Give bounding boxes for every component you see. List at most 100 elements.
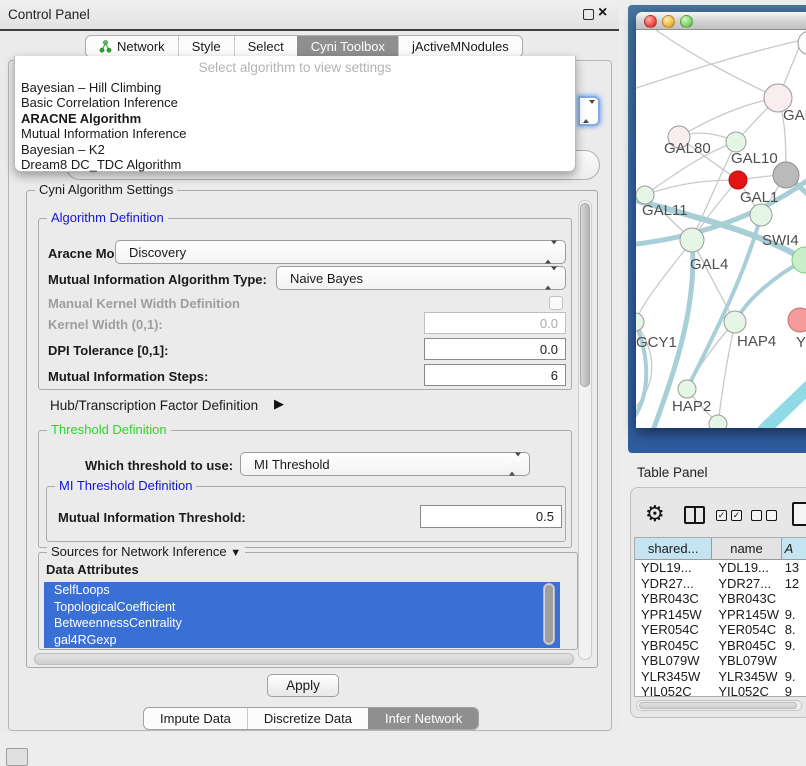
float-window-icon[interactable]: [583, 9, 594, 20]
node-gal10[interactable]: [726, 132, 746, 152]
node-label: GAL4: [690, 256, 728, 273]
mi-steps-field[interactable]: 6: [424, 364, 566, 386]
tab-jactivemnodules-label: jActiveMNodules: [412, 36, 509, 57]
kernel-width-field[interactable]: 0.0: [424, 312, 566, 334]
columns-icon[interactable]: [684, 506, 705, 524]
data-attributes-list: SelfLoops TopologicalCoefficient Between…: [44, 582, 560, 648]
algorithm-option[interactable]: Bayesian – K2: [15, 142, 575, 157]
table-hscrollbar[interactable]: [636, 700, 802, 711]
manual-kernel-label: Manual Kernel Width Definition: [48, 296, 240, 311]
control-panel-tabs: Network Style Select Cyni Toolbox jActiv…: [85, 35, 523, 58]
node-y-partial[interactable]: [788, 308, 806, 332]
table-row[interactable]: YBR045C YBR045C 9.: [635, 638, 806, 654]
cell: YBR045C: [635, 638, 712, 654]
column-header-name[interactable]: name: [712, 538, 781, 560]
control-panel-titlebar: Control Panel ×: [0, 0, 619, 31]
minimize-traffic-light[interactable]: [662, 15, 675, 28]
tab-style[interactable]: Style: [178, 36, 234, 57]
dpi-tolerance-field[interactable]: 0.0: [424, 338, 566, 360]
mi-threshold-field[interactable]: 0.5: [420, 505, 562, 528]
table-row[interactable]: YDR27... YDR27... 12: [635, 576, 806, 592]
algorithm-option-selected[interactable]: ARACNE Algorithm: [15, 111, 575, 126]
table-row[interactable]: YBL079W YBL079W: [635, 653, 806, 669]
attribute-item[interactable]: BetweennessCentrality: [44, 615, 560, 632]
cell: YBR043C: [635, 591, 712, 607]
expand-right-icon[interactable]: ▶: [274, 396, 284, 412]
export-table-icon[interactable]: [792, 502, 806, 526]
cell: YBR043C: [712, 591, 781, 607]
cell: 9.: [782, 638, 806, 654]
close-traffic-light[interactable]: [644, 15, 657, 28]
algorithm-option[interactable]: Bayesian – Hill Climbing: [15, 80, 575, 95]
node-swi4[interactable]: [750, 204, 772, 226]
tab-infer-network[interactable]: Infer Network: [368, 708, 478, 729]
tab-discretize-data-label: Discretize Data: [264, 711, 352, 726]
table-hscrollbar-thumb[interactable]: [639, 702, 797, 709]
minimized-panel-icon[interactable]: [6, 748, 28, 766]
table-row[interactable]: YLR345W YLR345W 9.: [635, 669, 806, 685]
table-row[interactable]: YDL19... YDL19... 13: [635, 560, 806, 576]
column-header-shared-name[interactable]: shared...: [635, 538, 712, 560]
gear-icon[interactable]: ⚙: [645, 501, 665, 527]
algorithm-option[interactable]: Dream8 DC_TDC Algorithm: [15, 157, 575, 172]
cell: 9: [782, 684, 806, 697]
threshold-definition-legend: Threshold Definition: [47, 422, 171, 437]
zoom-traffic-light[interactable]: [680, 15, 693, 28]
close-icon[interactable]: ×: [598, 4, 607, 22]
checked-box-icon: ✓: [716, 510, 727, 521]
dpi-tolerance-label: DPI Tolerance [0,1]:: [48, 343, 168, 358]
tab-network[interactable]: Network: [86, 36, 178, 57]
tab-select-label: Select: [248, 36, 284, 57]
tab-cyni-toolbox[interactable]: Cyni Toolbox: [297, 36, 398, 57]
node-gcy1[interactable]: [636, 313, 644, 331]
table-header-row: shared... name A: [635, 538, 806, 560]
node-label: HAP2: [672, 398, 711, 415]
select-all-icon[interactable]: ✓ ✓: [716, 510, 742, 521]
cell: YIL052C: [635, 684, 712, 697]
sources-legend: Sources for Network Inference ▼: [47, 544, 245, 559]
node-gal4[interactable]: [680, 228, 704, 252]
apply-button[interactable]: Apply: [267, 674, 339, 697]
data-attributes-label: Data Attributes: [46, 562, 139, 577]
cell: YPR145W: [712, 607, 781, 623]
tab-jactivemnodules[interactable]: jActiveMNodules: [398, 36, 522, 57]
tab-select[interactable]: Select: [234, 36, 297, 57]
manual-kernel-checkbox[interactable]: [549, 296, 563, 310]
network-canvas[interactable]: GAL GAL80 GAL10 GAL1 GAL11 SWI4 GAL4 GCY…: [636, 30, 806, 428]
column-header-partial[interactable]: A: [782, 538, 806, 560]
which-threshold-label: Which threshold to use:: [85, 458, 233, 473]
cell: YLR345W: [635, 669, 712, 685]
node-bottom[interactable]: [709, 415, 727, 428]
table-row[interactable]: YPR145W YPR145W 9.: [635, 607, 806, 623]
settings-scrollbar-thumb[interactable]: [580, 203, 590, 387]
unchecked-box-icon: [751, 510, 762, 521]
node-gal1[interactable]: [729, 171, 747, 189]
attribute-item[interactable]: gal4RGexp: [44, 632, 560, 649]
tab-impute-data[interactable]: Impute Data: [144, 708, 247, 729]
apply-button-label: Apply: [286, 678, 320, 693]
table-row[interactable]: YBR043C YBR043C: [635, 591, 806, 607]
mi-type-value: Naive Bayes: [290, 271, 363, 286]
algorithm-option[interactable]: Basic Correlation Inference: [15, 95, 575, 110]
table-row[interactable]: YIL052C YIL052C 9: [635, 684, 806, 697]
settings-hscrollbar[interactable]: [34, 653, 574, 665]
hub-section-label[interactable]: Hub/Transcription Factor Definition: [50, 398, 258, 413]
deselect-all-icon[interactable]: [751, 510, 777, 521]
table-row[interactable]: YER054C YER054C 8.: [635, 622, 806, 638]
network-window-titlebar[interactable]: [636, 12, 806, 30]
attribute-item[interactable]: SelfLoops: [44, 582, 560, 599]
attribute-list-scrollbar-thumb[interactable]: [545, 585, 553, 643]
cell: 13: [782, 560, 806, 576]
cell: YDL19...: [635, 560, 712, 576]
tab-discretize-data[interactable]: Discretize Data: [247, 708, 368, 729]
collapse-down-icon[interactable]: ▼: [230, 547, 241, 559]
node-unnamed-top[interactable]: [798, 31, 806, 55]
which-threshold-combo[interactable]: MI Threshold: [240, 452, 530, 476]
mi-type-combo[interactable]: Naive Bayes: [276, 266, 566, 290]
node-hap2[interactable]: [678, 380, 696, 398]
aracne-mode-combo[interactable]: Discovery: [115, 240, 566, 264]
algorithm-option[interactable]: Mutual Information Inference: [15, 126, 575, 141]
algorithm-combo-stepper[interactable]: [578, 96, 600, 126]
attribute-item[interactable]: TopologicalCoefficient: [44, 599, 560, 616]
node-hap4[interactable]: [724, 311, 746, 333]
